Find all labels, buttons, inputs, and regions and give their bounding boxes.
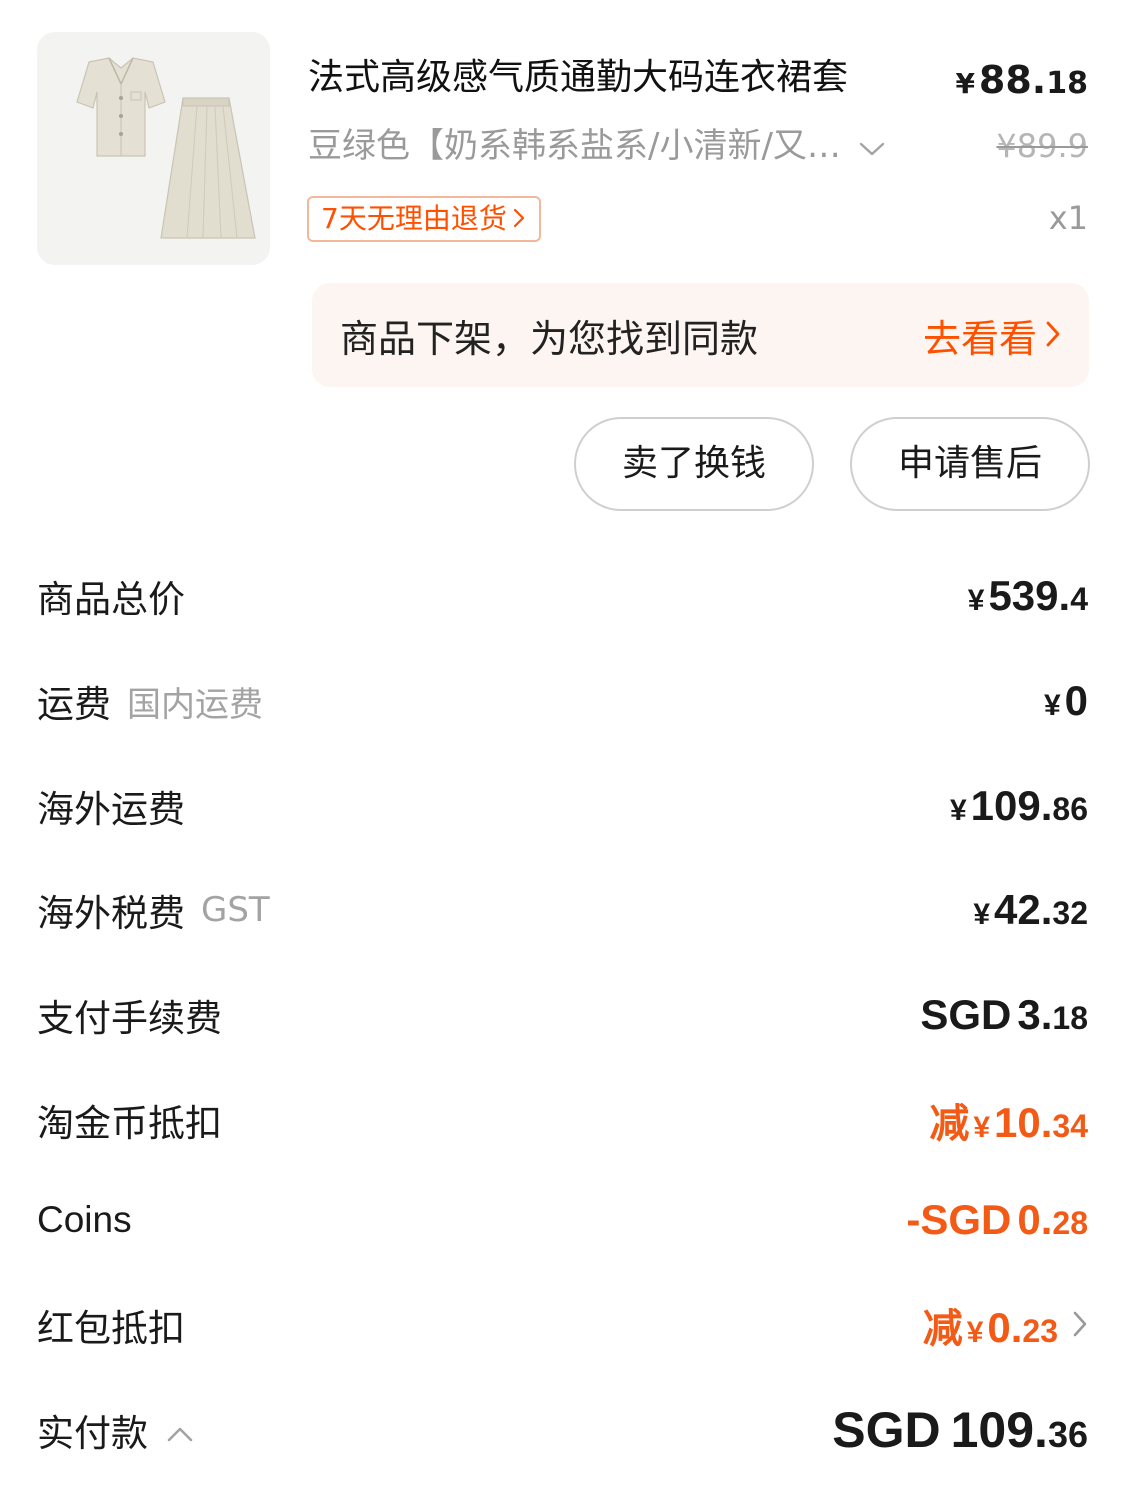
sku-selector[interactable]: 豆绿色【奶系韩系盐系/小清新/又… <box>308 120 948 172</box>
amount-decimal: 18 <box>1052 1000 1088 1036</box>
return-policy-label: 7天无理由退货 <box>321 202 507 235</box>
paid-label[interactable]: 实付款 <box>37 1403 194 1457</box>
summary-row-coins: Coins -SGD 0. 28 <box>37 1190 1088 1250</box>
return-policy-tag[interactable]: 7天无理由退货 <box>307 196 541 242</box>
product-price: ¥88.18 <box>955 56 1088 108</box>
overseas-shipping-value: ¥109. 86 <box>950 782 1088 830</box>
goods-total-label: 商品总价 <box>37 578 185 621</box>
amount-decimal: 86 <box>1052 791 1088 827</box>
summary-row-overseas-shipping: 海外运费 ¥109. 86 <box>37 776 1088 836</box>
deduction-prefix: 减 <box>929 1101 970 1147</box>
goods-total-value: ¥539. 4 <box>968 572 1088 620</box>
summary-row-taojin-coins: 淘金币抵扣 减 ¥10. 34 <box>37 1090 1088 1150</box>
amount-integer: 0. <box>987 1304 1023 1351</box>
product-title[interactable]: 法式高级感气质通勤大码连衣裙套 <box>308 52 948 104</box>
price-integer: 88. <box>978 58 1047 102</box>
amount-decimal: 34 <box>1052 1108 1088 1144</box>
view-similar-label: 去看看 <box>922 316 1037 361</box>
currency-symbol: ¥ <box>973 1111 991 1144</box>
amount-integer: 109. <box>970 782 1053 829</box>
amount-decimal: 28 <box>1052 1205 1088 1241</box>
coins-label: Coins <box>37 1199 132 1240</box>
chevron-right-icon <box>1072 1301 1088 1349</box>
summary-row-shipping: 运费 国内运费 ¥0 <box>37 671 1088 731</box>
currency-symbol: ¥ <box>1043 689 1061 722</box>
sku-text: 豆绿色【奶系韩系盐系/小清新/又… <box>308 126 841 166</box>
after-sale-button[interactable]: 申请售后 <box>850 417 1090 511</box>
red-packet-value[interactable]: 减 ¥0. 23 <box>923 1296 1088 1354</box>
outfit-illustration <box>37 32 270 265</box>
overseas-tax-sub-label: GST <box>201 890 270 930</box>
currency-code: SGD <box>920 991 1012 1038</box>
paid-label-text: 实付款 <box>37 1412 148 1455</box>
amount-integer: 109. <box>950 1402 1048 1458</box>
view-similar-link[interactable]: 去看看 <box>923 308 1061 363</box>
original-price: ¥89.9 <box>996 127 1088 165</box>
summary-row-goods-total: 商品总价 ¥539. 4 <box>37 566 1088 626</box>
quantity: x1 <box>1048 199 1088 237</box>
notice-text: 商品下架，为您找到同款 <box>340 316 759 361</box>
summary-row-payment-fee: 支付手续费 SGD 3. 18 <box>37 985 1088 1045</box>
shipping-sub-label: 国内运费 <box>127 684 263 725</box>
shipping-label: 运费 国内运费 <box>37 674 263 728</box>
shipping-value: ¥0 <box>1044 677 1088 725</box>
currency-code: SGD <box>832 1402 941 1458</box>
summary-row-red-packet[interactable]: 红包抵扣 减 ¥0. 23 <box>37 1295 1088 1355</box>
amount-integer: 3. <box>1017 991 1053 1038</box>
shipping-label-text: 运费 <box>37 683 111 726</box>
currency-symbol: ¥ <box>966 1316 984 1349</box>
overseas-tax-label-text: 海外税费 <box>37 892 185 935</box>
currency-symbol: ¥ <box>973 898 991 931</box>
product-image[interactable] <box>37 32 270 265</box>
summary-row-paid[interactable]: 实付款 SGD 109. 36 <box>37 1398 1088 1462</box>
chevron-down-icon <box>859 120 885 172</box>
summary-row-overseas-tax: 海外税费 GST ¥42. 32 <box>37 880 1088 940</box>
overseas-tax-label: 海外税费 GST <box>37 883 270 937</box>
amount-decimal: 32 <box>1052 895 1088 931</box>
red-packet-label: 红包抵扣 <box>37 1307 185 1350</box>
payment-fee-value: SGD 3. 18 <box>920 991 1088 1039</box>
overseas-shipping-label: 海外运费 <box>37 788 185 831</box>
price-decimal: 18 <box>1046 66 1088 101</box>
amount-integer: 10. <box>994 1099 1053 1146</box>
amount-decimal: 23 <box>1022 1313 1058 1349</box>
chevron-right-icon <box>1045 313 1061 357</box>
currency-symbol: ¥ <box>967 584 985 617</box>
sell-for-cash-button[interactable]: 卖了换钱 <box>574 417 814 511</box>
payment-fee-label: 支付手续费 <box>37 997 222 1040</box>
currency-symbol: ¥ <box>949 794 967 827</box>
similar-item-notice[interactable]: 商品下架，为您找到同款 去看看 <box>312 283 1089 387</box>
coins-value: -SGD 0. 28 <box>906 1196 1088 1244</box>
price-currency: ¥ <box>955 67 975 100</box>
deduction-prefix: 减 <box>922 1306 963 1352</box>
amount-decimal: 36 <box>1047 1414 1088 1455</box>
amount-integer: 0 <box>1064 677 1088 724</box>
amount-integer: 0. <box>1017 1196 1053 1243</box>
taojin-coins-label: 淘金币抵扣 <box>37 1102 222 1145</box>
amount-integer: 42. <box>994 886 1053 933</box>
amount-integer: 539. <box>988 572 1071 619</box>
paid-value: SGD 109. 36 <box>832 1401 1088 1459</box>
overseas-tax-value: ¥42. 32 <box>973 886 1088 934</box>
chevron-up-icon[interactable] <box>166 1409 194 1452</box>
taojin-coins-value: 减 ¥10. 34 <box>929 1091 1088 1149</box>
amount-decimal: 4 <box>1070 581 1088 617</box>
chevron-right-icon <box>513 196 525 242</box>
currency-code: -SGD <box>906 1196 1012 1243</box>
